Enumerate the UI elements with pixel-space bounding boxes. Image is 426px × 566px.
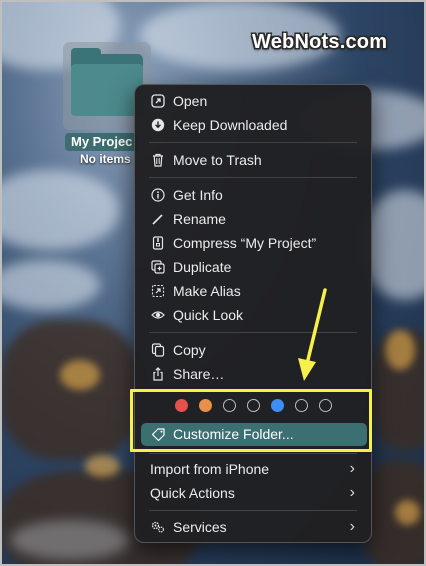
menu-item-keep-downloaded[interactable]: Keep Downloaded — [141, 113, 365, 137]
menu-item-duplicate[interactable]: Duplicate — [141, 255, 365, 279]
archive-icon — [152, 236, 164, 250]
menu-item-import-from-iphone[interactable]: Import from iPhone › — [141, 457, 365, 481]
info-icon — [151, 188, 165, 202]
menu-item-get-info[interactable]: Get Info — [141, 183, 365, 207]
duplicate-icon — [151, 260, 165, 274]
menu-item-label: Import from iPhone — [150, 461, 270, 477]
menu-item-label: Copy — [173, 342, 206, 358]
annotation-highlight-box — [130, 389, 372, 452]
menu-item-label: Open — [173, 93, 208, 109]
pencil-icon — [152, 214, 163, 225]
chevron-right-icon: › — [349, 518, 355, 535]
chevron-right-icon: › — [349, 460, 355, 477]
webnots-watermark: WebNots.com — [252, 31, 388, 53]
folder-name-label[interactable]: My Projec — [65, 133, 139, 151]
menu-item-label: Compress “My Project” — [173, 235, 317, 251]
open-arrow-icon — [151, 94, 165, 108]
menu-item-label: Quick Actions — [150, 485, 235, 501]
menu-separator — [149, 510, 357, 511]
menu-item-label: Share… — [173, 366, 225, 382]
gears-icon — [151, 521, 165, 533]
menu-separator — [149, 142, 357, 143]
menu-item-label: Move to Trash — [173, 152, 262, 168]
menu-item-quick-actions[interactable]: Quick Actions › — [141, 481, 365, 505]
trash-icon — [153, 153, 163, 167]
menu-item-compress[interactable]: Compress “My Project” — [141, 231, 365, 255]
menu-separator — [149, 453, 357, 454]
context-menu: Open Keep Downloaded Move to Trash Get I… — [134, 84, 372, 543]
menu-item-move-to-trash[interactable]: Move to Trash — [141, 148, 365, 172]
alias-icon — [151, 284, 165, 298]
menu-item-label: Make Alias — [173, 283, 241, 299]
menu-separator — [149, 177, 357, 178]
download-circle-icon — [151, 118, 165, 132]
menu-item-label: Rename — [173, 211, 226, 227]
menu-item-services[interactable]: Services › — [141, 515, 365, 539]
folder-subtitle: No items — [80, 152, 131, 166]
menu-item-label: Get Info — [173, 187, 223, 203]
share-icon — [153, 367, 163, 381]
menu-item-open[interactable]: Open — [141, 89, 365, 113]
menu-item-label: Quick Look — [173, 307, 244, 323]
chevron-right-icon: › — [349, 484, 355, 501]
menu-item-rename[interactable]: Rename — [141, 207, 365, 231]
menu-item-label: Keep Downloaded — [173, 117, 288, 133]
menu-item-label: Duplicate — [173, 259, 232, 275]
copy-icon — [151, 343, 165, 357]
eye-icon — [151, 311, 165, 319]
annotation-arrow-icon — [298, 288, 327, 381]
menu-item-label: Services — [173, 519, 227, 535]
